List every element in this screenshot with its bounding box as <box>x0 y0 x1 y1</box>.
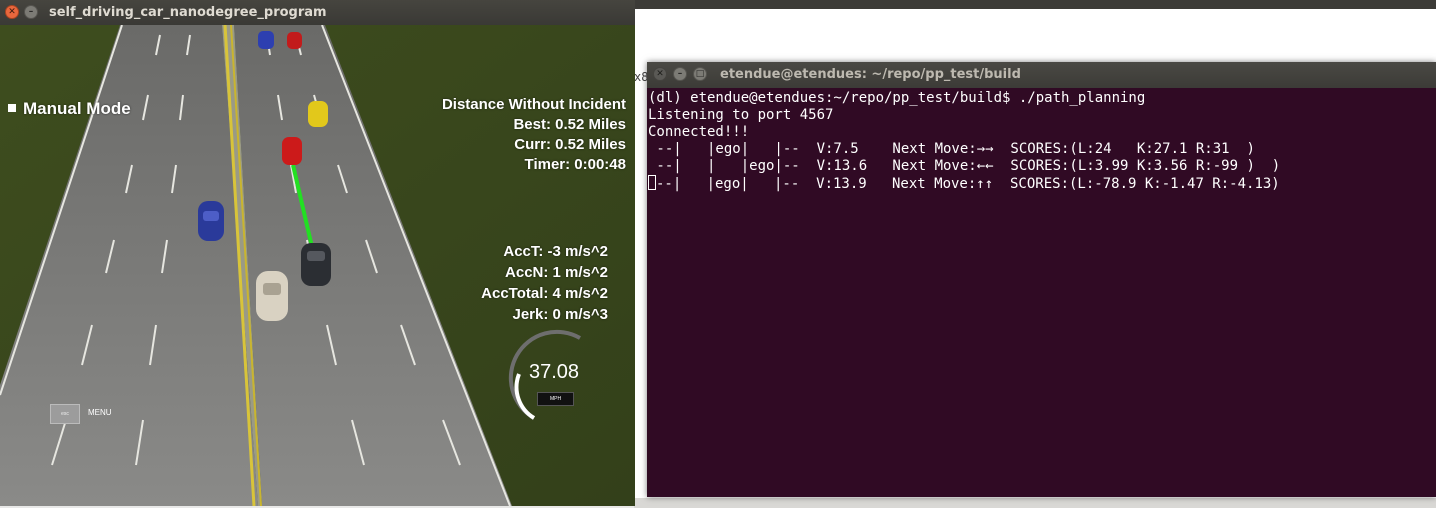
terminal-line: --| |ego| |-- V:7.5 Next Move:→→ SCORES:… <box>648 141 1255 157</box>
accn-readout: AccN: 1 m/s^2 <box>505 264 608 281</box>
car-red-far <box>287 32 302 49</box>
menu-label: MENU <box>88 408 112 417</box>
car-blue-left <box>198 201 224 241</box>
speed-value: 37.08 <box>528 361 580 383</box>
background-window-statusbar <box>634 498 1436 508</box>
close-icon[interactable]: ✕ <box>5 5 19 19</box>
maximize-icon[interactable]: □ <box>693 67 707 81</box>
terminal-line-with-cursor: --| |ego| |-- V:13.9 Next Move:↑↑ SCORES… <box>648 175 1436 192</box>
manual-mode-label: Manual Mode <box>23 99 131 118</box>
acct-readout: AccT: -3 m/s^2 <box>503 243 608 260</box>
jerk-readout: Jerk: 0 m/s^3 <box>512 306 609 323</box>
best-distance: Best: 0.52 Miles <box>513 116 626 133</box>
esc-key-label: esc <box>61 411 69 417</box>
car-yellow <box>308 101 328 127</box>
simulator-titlebar[interactable]: ✕ – self_driving_car_nanodegree_program <box>0 0 635 25</box>
minimize-icon[interactable]: – <box>24 5 38 19</box>
distance-heading: Distance Without Incident <box>441 96 626 113</box>
car-red-ahead <box>282 137 302 165</box>
background-window-titlebar[interactable] <box>634 0 1436 9</box>
manual-mode-indicator-icon <box>8 104 16 112</box>
background-window-tab-hint: x8 <box>634 70 649 84</box>
esc-menu-button[interactable]: esc <box>50 404 80 424</box>
speed-unit: MPH <box>537 392 574 406</box>
terminal-line: Listening to port 4567 <box>648 107 834 123</box>
terminal-line-text: --| |ego| |-- V:13.9 Next Move:↑↑ SCORES… <box>656 176 1280 192</box>
terminal-output[interactable]: (dl) etendue@etendues:~/repo/pp_test/bui… <box>648 90 1436 192</box>
close-icon[interactable]: ✕ <box>653 67 667 81</box>
terminal-line: (dl) etendue@etendues:~/repo/pp_test/bui… <box>648 90 1146 106</box>
acceleration-stats: AccT: -3 m/s^2 AccN: 1 m/s^2 AccTotal: 4… <box>481 243 608 327</box>
terminal-window[interactable]: ✕ – □ etendue@etendues: ~/repo/pp_test/b… <box>647 62 1436 497</box>
minimize-icon[interactable]: – <box>673 67 687 81</box>
terminal-cursor <box>648 175 656 190</box>
simulator-window[interactable]: ✕ – self_driving_car_nanodegree_program <box>0 0 635 506</box>
car-ego <box>301 243 331 286</box>
distance-stats: Distance Without Incident Best: 0.52 Mil… <box>442 96 626 176</box>
manual-mode-toggle[interactable]: Manual Mode <box>8 99 131 119</box>
car-white <box>256 271 288 321</box>
terminal-line: Connected!!! <box>648 124 750 140</box>
terminal-titlebar[interactable]: ✕ – □ etendue@etendues: ~/repo/pp_test/b… <box>647 62 1436 88</box>
car-blue-far <box>258 31 274 49</box>
simulator-title: self_driving_car_nanodegree_program <box>49 5 327 20</box>
current-distance: Curr: 0.52 Miles <box>514 136 626 153</box>
timer: Timer: 0:00:48 <box>524 156 626 173</box>
acctotal-readout: AccTotal: 4 m/s^2 <box>481 285 608 302</box>
terminal-line: --| | |ego|-- V:13.6 Next Move:←← SCORES… <box>648 158 1281 174</box>
terminal-title: etendue@etendues: ~/repo/pp_test/build <box>720 67 1021 82</box>
